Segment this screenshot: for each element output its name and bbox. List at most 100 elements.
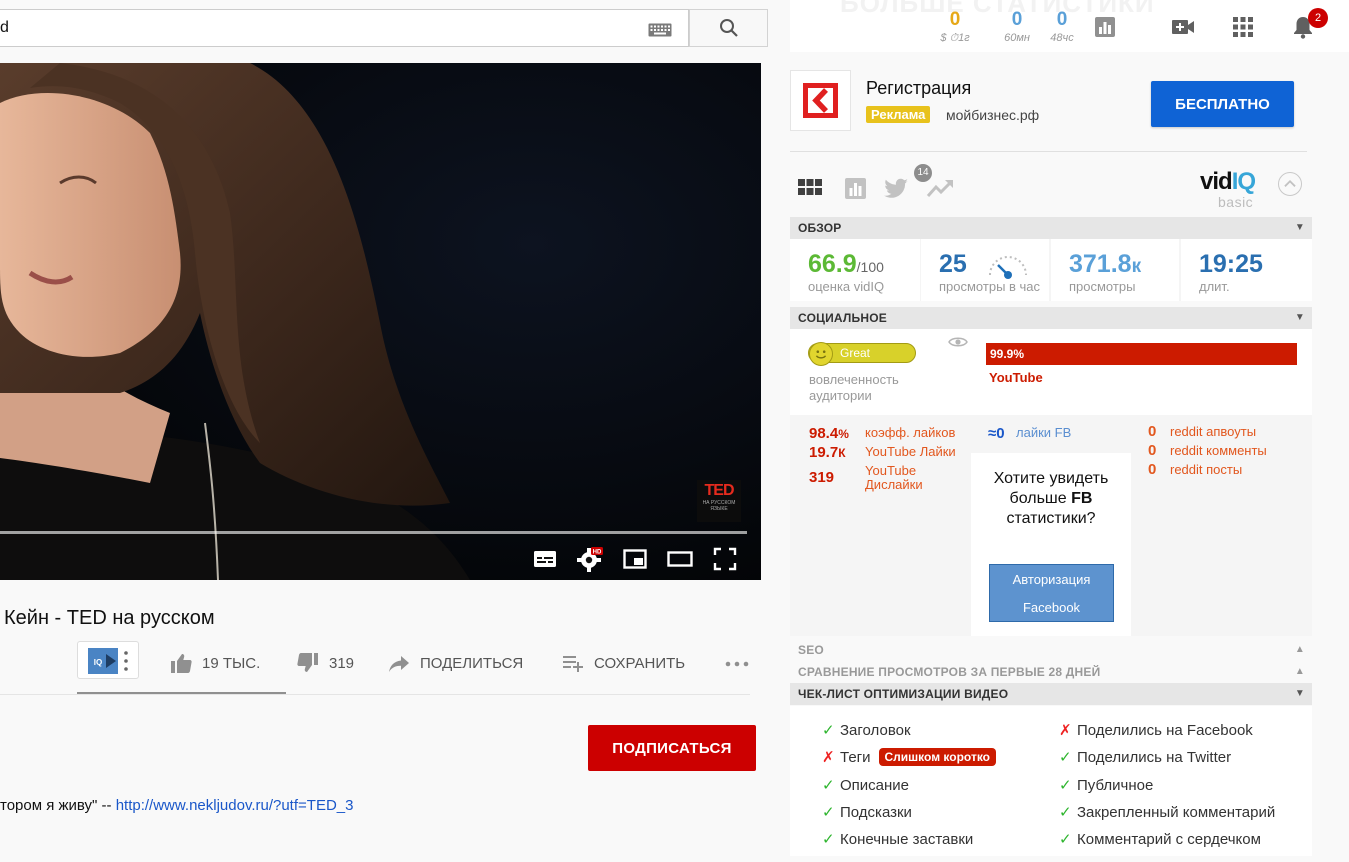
engagement-label: вовлеченность аудитории	[809, 372, 899, 403]
create-video-icon[interactable]	[1170, 14, 1196, 40]
ted-logo-text: TED	[704, 482, 735, 499]
video-player[interactable]: TED НА РУССКОМ ЯЗЫКЕ HD	[0, 63, 761, 580]
add-to-playlist-icon	[563, 656, 583, 672]
checklist-item-label: Комментарий с сердечком	[1077, 831, 1261, 848]
views-48h-label: 48чс	[1050, 32, 1074, 44]
section-header-overview[interactable]: ОБЗОР ▼	[790, 217, 1312, 239]
vidiq-logo-vid: vid	[1200, 168, 1233, 195]
check-icon: ✓	[1059, 777, 1072, 794]
apps-grid-icon[interactable]	[1230, 14, 1256, 40]
share-button[interactable]: ПОДЕЛИТЬСЯ	[388, 652, 523, 674]
facebook-login-line-2: Facebook	[1022, 600, 1081, 615]
progress-fill	[0, 531, 747, 534]
views-60min-label: 60мн	[1004, 32, 1030, 44]
twitter-bird-icon[interactable]	[882, 174, 910, 202]
total-views-unit: к	[1131, 256, 1142, 277]
reddit-comments-label: reddit комменты	[1170, 443, 1267, 458]
section-title-compare: СРАВНЕНИЕ ПРОСМОТРОВ ЗА ПЕРВЫЕ 28 ДНЕЙ	[798, 665, 1101, 679]
vidiq-extension-button[interactable]: IQ	[77, 641, 139, 679]
search-icon	[719, 19, 738, 37]
check-icon: ✓	[1059, 831, 1072, 848]
subscribe-button[interactable]: ПОДПИСАТЬСЯ	[588, 725, 756, 771]
checklist-item-label: Публичное	[1077, 777, 1154, 794]
more-actions-button[interactable]	[724, 652, 750, 674]
like-button[interactable]: 19 ТЫС.	[170, 652, 260, 674]
theater-mode-icon[interactable]	[666, 545, 694, 573]
vidiq-score-value: 66.9/100	[808, 250, 884, 279]
social-stats: Great вовлеченность аудитории 99.9% YouT…	[790, 329, 1312, 636]
facebook-login-button[interactable]: Авторизация Facebook	[989, 564, 1114, 622]
section-header-seo[interactable]: SEO ▲	[790, 639, 1312, 661]
like-count: 19 ТЫС.	[202, 654, 261, 672]
vidiq-stats-icon[interactable]	[842, 174, 870, 202]
facebook-likes-row: ≈0 лайки FB	[971, 415, 1131, 453]
description-link[interactable]: http://www.nekljudov.ru/?utf=TED_3	[116, 797, 354, 814]
check-icon: ✓	[822, 804, 835, 821]
share-label: ПОДЕЛИТЬСЯ	[420, 654, 524, 672]
trending-arrow-icon[interactable]	[926, 174, 954, 202]
total-views-value: 371.8к	[1069, 250, 1141, 279]
total-views-number: 371.8	[1069, 250, 1132, 278]
views-48h-value: 0	[1056, 9, 1068, 30]
collapse-chevron-up-icon[interactable]	[1278, 172, 1302, 196]
section-header-social[interactable]: СОЦИАЛЬНОЕ ▼	[790, 307, 1312, 329]
dislike-button[interactable]: 319	[297, 652, 354, 674]
total-views-label: просмотры	[1069, 279, 1136, 294]
checklist-item-tags: ✗ Теги Слишком коротко	[822, 748, 997, 766]
miniplayer-icon[interactable]	[621, 545, 649, 573]
share-arrow-icon	[389, 656, 409, 672]
yt-dislikes-value: 319	[809, 469, 835, 486]
vidiq-top-stats: БОЛЬШЕ СТАТИСТИКИ 0 $ ⏱1г 0 60мн 0 48чс …	[790, 0, 1349, 52]
keyboard-icon[interactable]	[648, 23, 672, 37]
thumbs-down-icon	[297, 653, 318, 672]
checklist-item-label: Закрепленный комментарий	[1077, 804, 1276, 821]
duration-value: 19:25	[1199, 250, 1263, 278]
facebook-column: ≈0 лайки FB Хотите увидеть больше FB ста…	[971, 415, 1131, 636]
checklist-item-hearted-comment: ✓ Комментарий с сердечком	[1059, 830, 1261, 848]
checklist-item-title: ✓ Заголовок	[822, 721, 911, 739]
dislike-count: 319	[329, 654, 355, 672]
thumbs-up-icon	[171, 654, 192, 673]
section-header-compare[interactable]: СРАВНЕНИЕ ПРОСМОТРОВ ЗА ПЕРВЫЕ 28 ДНЕЙ ▲	[790, 661, 1312, 683]
total-views-card: 371.8к просмотры	[1051, 239, 1179, 301]
fullscreen-icon[interactable]	[711, 545, 739, 573]
settings-gear-icon[interactable]: HD	[576, 545, 604, 573]
vidiq-logo: vidIQ basic	[1200, 168, 1280, 212]
ad-domain: мойбизнес.рф	[946, 107, 1040, 123]
yt-likes-label: YouTube Лайки	[865, 444, 956, 459]
section-divider	[0, 694, 750, 695]
like-ratio-unit: %	[838, 427, 849, 441]
ad-title[interactable]: Регистрация	[866, 78, 971, 99]
vidiq-overview-grid-icon[interactable]	[796, 174, 824, 202]
search-query: d	[0, 19, 9, 36]
checklist-item-end-screens: ✓ Конечные заставки	[822, 830, 973, 848]
expand-triangle-icon: ▲	[1294, 666, 1305, 677]
ad-cta-button[interactable]: БЕСПЛАТНО	[1151, 81, 1294, 127]
analytics-icon[interactable]	[1092, 14, 1118, 40]
svg-text:IQ: IQ	[94, 658, 102, 667]
search-button[interactable]	[689, 9, 768, 47]
vidiq-tabs: 14 vidIQ basic	[790, 160, 1312, 216]
views-per-hour-value: 25	[939, 250, 967, 278]
save-button[interactable]: СОХРАНИТЬ	[562, 652, 685, 674]
vidiq-logo-word: vidIQ	[1200, 168, 1256, 195]
eye-icon[interactable]	[948, 335, 968, 349]
subtitles-icon[interactable]	[531, 545, 559, 573]
section-header-checklist[interactable]: ЧЕК-ЛИСТ ОПТИМИЗАЦИИ ВИДЕО ▼	[790, 683, 1312, 705]
facebook-prompt-bold: FB	[1071, 490, 1093, 507]
ted-watermark-logo: TED НА РУССКОМ ЯЗЫКЕ	[697, 480, 741, 522]
checklist-item-label: Подсказки	[840, 804, 912, 821]
reddit-upvotes-label: reddit апвоуты	[1170, 424, 1257, 439]
progress-bar[interactable]	[0, 531, 747, 534]
engagement-rating: Great	[840, 346, 871, 360]
search-input[interactable]: d	[0, 9, 689, 47]
engagement-meter: Great	[808, 342, 916, 366]
like-ratio-value: 98.4%	[809, 425, 849, 442]
expand-triangle-icon: ▲	[1294, 644, 1305, 655]
checklist-item-label: Теги	[840, 749, 871, 766]
sponsored-ad[interactable]: Регистрация Реклама мойбизнес.рф БЕСПЛАТ…	[790, 70, 1310, 140]
duration-card: 19:25 длит.	[1181, 239, 1312, 301]
reddit-upvotes-value: 0	[1148, 423, 1157, 440]
facebook-login-line-1: Авторизация	[1012, 572, 1091, 587]
check-icon: ✓	[1059, 804, 1072, 821]
